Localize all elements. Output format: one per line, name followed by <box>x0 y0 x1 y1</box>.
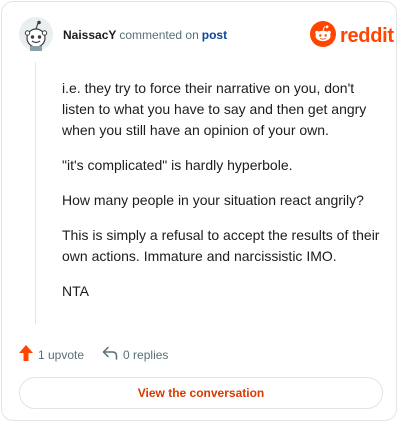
comment-paragraph: How many people in your situation react … <box>62 192 364 208</box>
replies-button[interactable]: 0 replies <box>102 346 168 363</box>
comment-paragraph: NTA <box>62 283 89 299</box>
action-text: commented on <box>119 28 199 42</box>
comment-paragraph: This is simply a refusal to accept the r… <box>62 227 380 264</box>
post-link[interactable]: post <box>202 28 227 42</box>
comment-header: NaissacY commented on post <box>63 28 227 42</box>
comment-body: i.e. they try to force their narrative o… <box>62 78 382 316</box>
username-link[interactable]: NaissacY <box>63 28 116 42</box>
reply-arrow-icon <box>102 346 123 363</box>
thread-line <box>35 62 36 324</box>
comment-card: NaissacY commented on post reddit i.e. the… <box>1 1 397 421</box>
upvote-arrow-icon <box>19 345 38 364</box>
view-conversation-button[interactable]: View the conversation <box>19 377 383 409</box>
snoo-avatar-icon[interactable] <box>19 17 53 51</box>
comment-paragraph: i.e. they try to force their narrative o… <box>62 80 367 138</box>
reddit-logo[interactable]: reddit <box>310 21 394 52</box>
upvote-count: 1 upvote <box>38 347 85 362</box>
comment-paragraph: "it's complicated" is hardly hyperbole. <box>62 157 293 173</box>
reddit-logo-text: reddit <box>340 25 394 47</box>
reddit-logo-icon <box>310 21 336 52</box>
upvote-button[interactable]: 1 upvote <box>19 345 84 364</box>
comment-actions: 1 upvote 0 replies <box>19 345 168 364</box>
replies-count: 0 replies <box>123 347 169 362</box>
